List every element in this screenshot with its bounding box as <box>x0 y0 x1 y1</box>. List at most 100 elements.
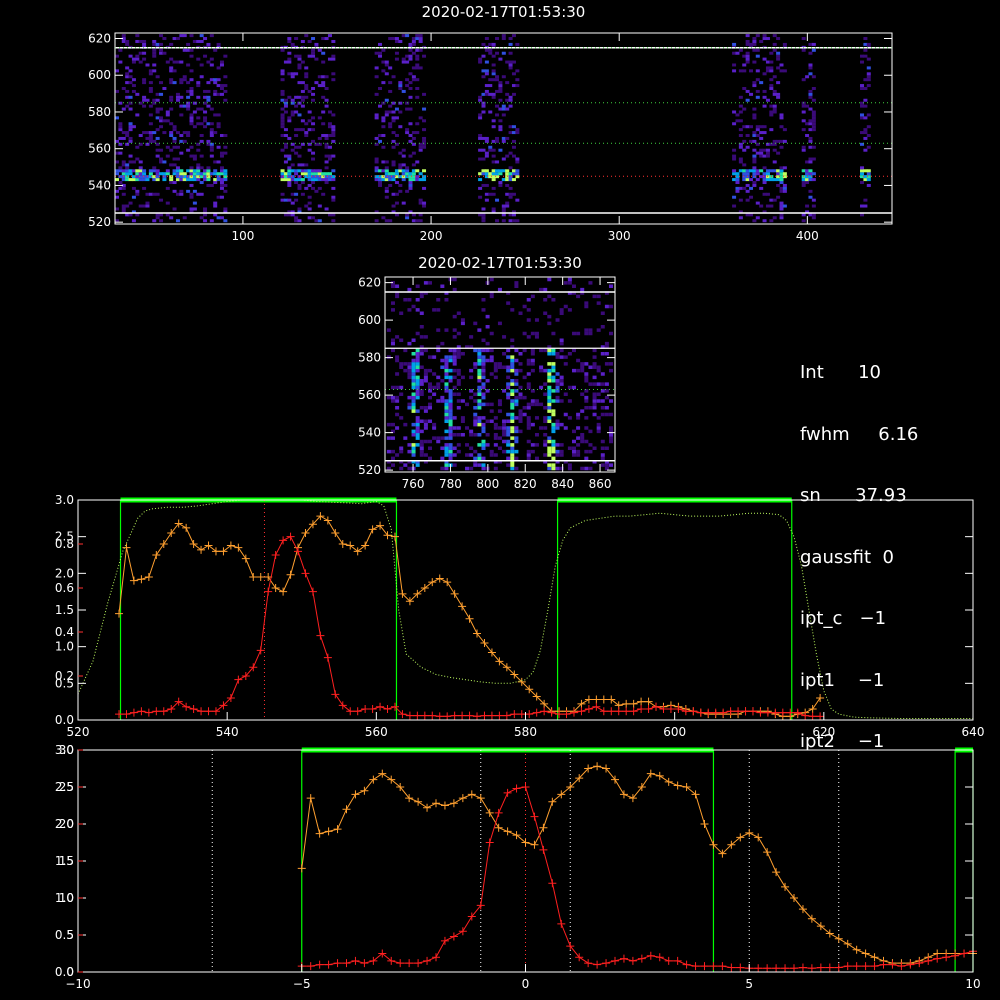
p3-point-orange <box>368 525 377 534</box>
heatmap-pixel <box>592 446 597 450</box>
heatmap-pixel <box>407 298 412 302</box>
heatmap-pixel <box>559 375 564 380</box>
heatmap-pixel <box>419 453 424 457</box>
heatmap-pixel <box>808 51 813 55</box>
heatmap-pixel <box>576 412 581 417</box>
p4-ytick-label-red: 15 <box>59 854 74 868</box>
heatmap-pixel <box>473 463 478 467</box>
heatmap-pixel <box>386 449 391 454</box>
p4-point-orange <box>834 934 843 943</box>
heatmap-pixel <box>604 395 609 400</box>
heatmap-pixel <box>209 145 214 149</box>
heatmap-pixel <box>175 157 180 161</box>
heatmap-pixel <box>477 328 482 332</box>
p3-point-red <box>622 707 631 716</box>
heatmap-pixel <box>609 304 614 309</box>
heatmap-pixel <box>390 284 395 288</box>
heatmap-pixel <box>609 368 614 373</box>
heatmap-pixel <box>169 178 174 182</box>
heatmap-pixel <box>169 131 174 135</box>
heatmap-pixel <box>419 443 424 447</box>
heatmap-pixel <box>448 419 453 423</box>
heatmap-pixel <box>331 198 336 202</box>
heatmap-pixel <box>518 385 523 390</box>
heatmap-pixel <box>497 321 502 326</box>
heatmap-pixel <box>526 426 531 430</box>
heatmap-pixel <box>860 60 865 64</box>
heatmap-pixel <box>142 186 147 190</box>
heatmap-pixel <box>169 122 174 126</box>
heatmap-pixel <box>510 368 515 373</box>
heatmap-pixel <box>428 402 433 407</box>
heatmap-pixel <box>738 134 743 138</box>
p3-point-red <box>264 587 273 596</box>
heatmap-pixel <box>411 365 416 369</box>
heatmap-pixel <box>547 409 552 413</box>
heatmap-pixel <box>452 433 457 437</box>
p4-point-red <box>405 959 414 968</box>
heatmap-pixel <box>118 128 123 132</box>
heatmap-pixel <box>534 399 539 403</box>
heatmap-pixel <box>223 134 228 138</box>
p4-point-orange <box>476 794 485 803</box>
heatmap-pixel <box>539 385 544 390</box>
heatmap-pixel <box>165 201 170 205</box>
heatmap-pixel <box>189 89 194 93</box>
heatmap-pixel <box>755 128 760 132</box>
p1-xtick-label: 200 <box>420 229 443 243</box>
heatmap-pixel <box>510 436 515 440</box>
heatmap-pixel <box>209 128 214 132</box>
heatmap-pixel <box>142 78 147 82</box>
heatmap-pixel <box>600 352 605 356</box>
heatmap-pixel <box>863 98 868 102</box>
heatmap-pixel <box>138 60 143 64</box>
heatmap-pixel <box>477 443 482 447</box>
heatmap-pixel <box>304 86 309 90</box>
heatmap-pixel <box>314 81 319 85</box>
p2-ytick-label: 600 <box>358 313 381 327</box>
heatmap-pixel <box>489 372 494 376</box>
heatmap-pixel <box>138 166 143 170</box>
p3-ytick-label-red: 0.8 <box>55 537 74 551</box>
heatmap-pixel <box>395 412 400 417</box>
heatmap-pixel <box>384 186 389 190</box>
heatmap-pixel <box>776 95 781 99</box>
heatmap-pixel <box>481 362 486 366</box>
heatmap-pixel <box>388 219 393 223</box>
heatmap-pixel <box>522 375 527 380</box>
heatmap-pixel <box>762 57 767 61</box>
heatmap-pixel <box>805 75 810 79</box>
heatmap-pixel <box>506 355 511 359</box>
heatmap-pixel <box>772 148 777 152</box>
heatmap-pixel <box>179 81 184 85</box>
heatmap-pixel <box>518 392 523 396</box>
heatmap-pixel <box>148 89 153 93</box>
heatmap-pixel <box>584 372 589 376</box>
heatmap-pixel <box>444 429 449 434</box>
heatmap-pixel <box>436 439 441 444</box>
heatmap-pixel <box>477 368 482 373</box>
heatmap-pixel <box>300 89 305 93</box>
heatmap-pixel <box>324 181 329 185</box>
heatmap-pixel <box>481 157 486 161</box>
p3-point-red <box>607 707 616 716</box>
heatmap-pixel <box>469 433 474 437</box>
p4-point-orange <box>772 868 781 877</box>
p4-point-orange <box>763 848 772 857</box>
heatmap-pixel <box>755 178 760 182</box>
heatmap-pixel <box>555 466 560 471</box>
heatmap-pixel <box>395 399 400 403</box>
heatmap-pixel <box>419 335 424 339</box>
heatmap-pixel <box>411 382 416 386</box>
heatmap-pixel <box>478 95 483 99</box>
heatmap-pixel <box>738 48 743 52</box>
heatmap-pixel <box>576 294 581 299</box>
p3-point-orange <box>599 695 608 704</box>
heatmap-pixel <box>534 331 539 336</box>
heatmap-pixel <box>415 63 420 67</box>
p3-point-red <box>465 711 474 720</box>
heatmap-pixel <box>287 60 292 64</box>
heatmap-pixel <box>415 429 420 434</box>
heatmap-pixel <box>481 298 486 302</box>
heatmap-pixel <box>223 169 228 173</box>
